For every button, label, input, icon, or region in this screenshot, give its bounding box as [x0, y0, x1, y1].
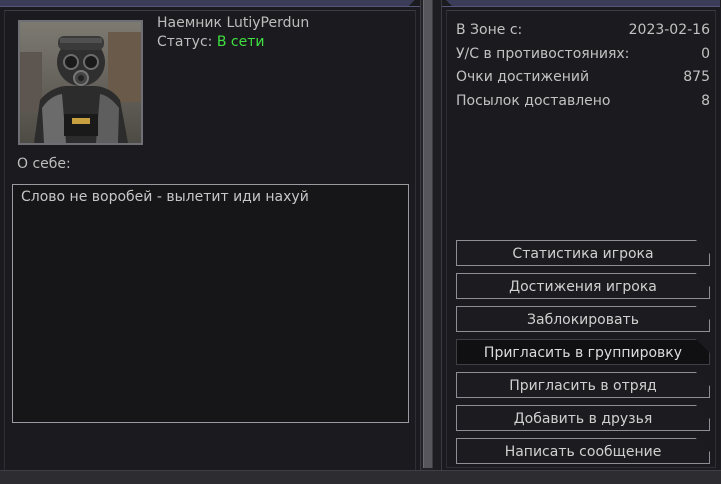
- stat-label: Посылок доставлено: [456, 92, 611, 109]
- stat-value: 875: [683, 69, 710, 85]
- stat-value: 0: [701, 45, 710, 62]
- player-stats-button[interactable]: Статистика игрока: [456, 240, 710, 266]
- add-friend-button[interactable]: Добавить в друзья: [456, 405, 710, 431]
- status-label: Статус:: [157, 34, 213, 50]
- stats-panel: В Зоне с: 2023-02-16 У/С в противостояни…: [441, 0, 720, 470]
- scrollbar[interactable]: [423, 0, 433, 468]
- stats-list: В Зоне с: 2023-02-16 У/С в противостояни…: [456, 20, 710, 114]
- stat-label: Очки достижений: [456, 69, 590, 85]
- avatar-image: [20, 22, 141, 143]
- profile-window: Наемник LutiyPerdun Статус: В сети О себ…: [0, 0, 721, 484]
- status-online-value: В сети: [216, 34, 265, 50]
- profile-panel: Наемник LutiyPerdun Статус: В сети О себ…: [0, 0, 421, 478]
- about-textbox[interactable]: Слово не воробей - вылетит иди нахуй: [12, 184, 409, 423]
- invite-to-faction-button[interactable]: Пригласить в группировку: [456, 339, 710, 365]
- stat-label: В Зоне с:: [456, 22, 523, 38]
- stat-value: 2023-02-16: [628, 22, 710, 38]
- send-message-button[interactable]: Написать сообщение: [456, 438, 710, 464]
- stat-row-parcels-delivered: Посылок доставлено 8: [456, 91, 710, 115]
- stat-value: 8: [701, 92, 710, 109]
- about-label: О себе:: [17, 156, 71, 172]
- player-status: Статус: В сети: [157, 34, 264, 50]
- action-buttons: Статистика игрока Достижения игрока Забл…: [456, 240, 712, 471]
- avatar[interactable]: [18, 20, 143, 145]
- about-text: Слово не воробей - вылетит иди нахуй: [21, 189, 309, 205]
- player-nickname: Наемник LutiyPerdun: [157, 15, 310, 31]
- stat-row-achievement-points: Очки достижений 875: [456, 67, 710, 91]
- panel-header-strip: [0, 0, 420, 7]
- block-button[interactable]: Заблокировать: [456, 306, 710, 332]
- panel-divider: [421, 0, 433, 470]
- bottom-frame-bar: [0, 470, 721, 484]
- stat-row-confrontations: У/С в противостояниях: 0: [456, 44, 710, 68]
- stat-row-zone-since: В Зоне с: 2023-02-16: [456, 20, 710, 44]
- player-achievements-button[interactable]: Достижения игрока: [456, 273, 710, 299]
- panel-header-strip: [442, 0, 720, 7]
- invite-to-squad-button[interactable]: Пригласить в отряд: [456, 372, 710, 398]
- stat-label: У/С в противостояниях:: [456, 45, 630, 62]
